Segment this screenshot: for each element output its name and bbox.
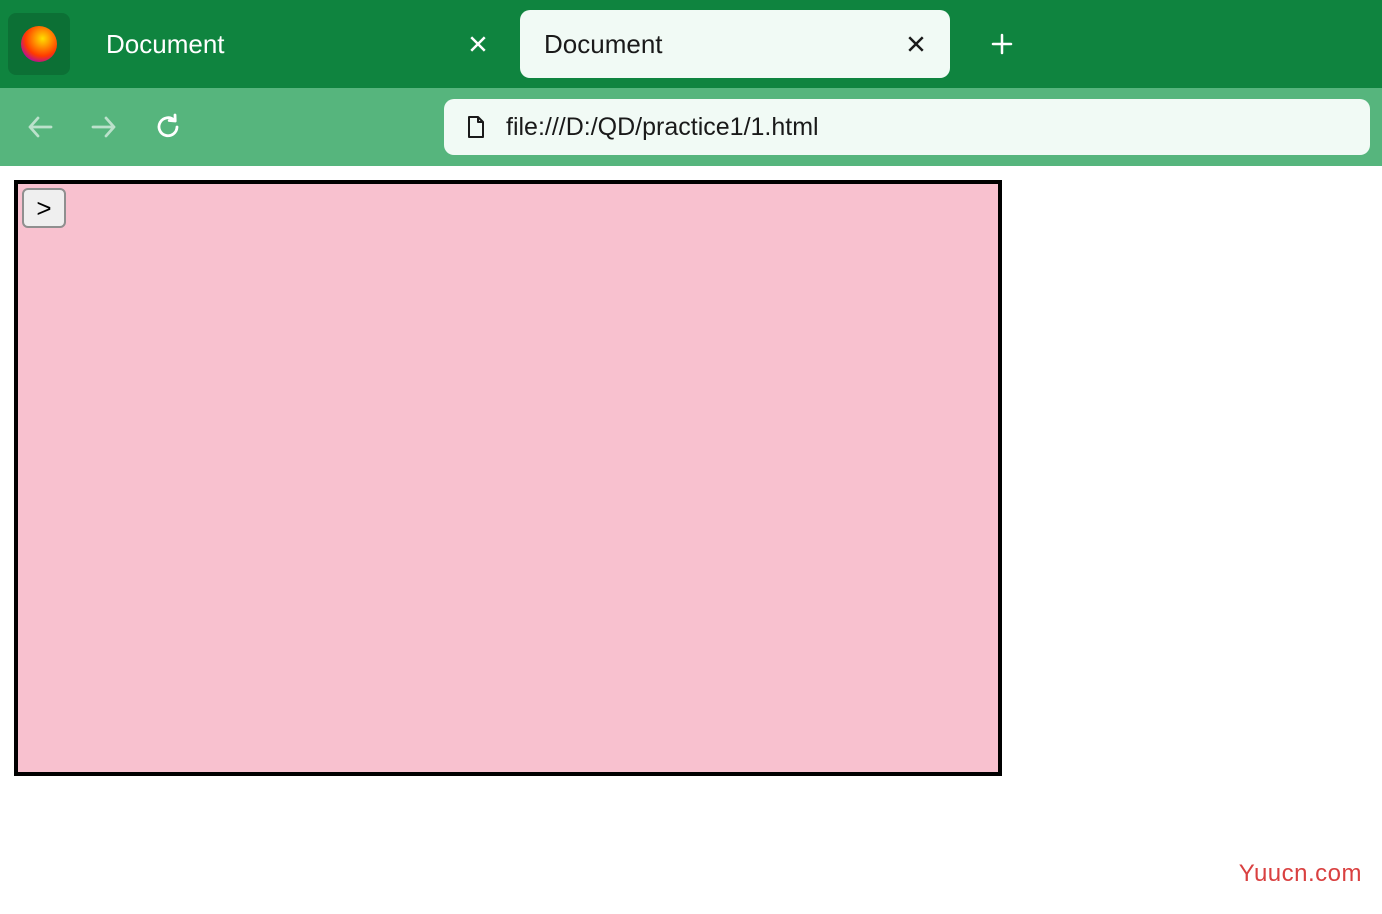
plus-icon: [991, 33, 1013, 55]
pink-container: >: [14, 180, 1002, 776]
firefox-menu-button[interactable]: [8, 13, 70, 75]
tab-inactive[interactable]: Document: [82, 10, 512, 78]
new-tab-button[interactable]: [974, 16, 1030, 72]
greater-than-button[interactable]: >: [22, 188, 66, 228]
reload-button[interactable]: [140, 99, 196, 155]
firefox-icon: [21, 26, 57, 62]
arrow-right-icon: [89, 112, 119, 142]
arrow-left-icon: [25, 112, 55, 142]
close-icon: [469, 35, 487, 53]
tab-close-button[interactable]: [460, 26, 496, 62]
tab-title: Document: [106, 29, 225, 60]
tab-close-button[interactable]: [898, 26, 934, 62]
forward-button[interactable]: [76, 99, 132, 155]
tab-title: Document: [544, 29, 663, 60]
toolbar: file:///D:/QD/practice1/1.html: [0, 88, 1382, 166]
file-icon: [464, 115, 488, 139]
url-text: file:///D:/QD/practice1/1.html: [506, 113, 819, 142]
watermark: Yuucn.com: [1239, 860, 1362, 888]
tab-active[interactable]: Document: [520, 10, 950, 78]
close-icon: [907, 35, 925, 53]
url-bar[interactable]: file:///D:/QD/practice1/1.html: [444, 99, 1370, 155]
reload-icon: [153, 112, 183, 142]
back-button[interactable]: [12, 99, 68, 155]
content-area: >: [0, 166, 1382, 790]
tab-bar: Document Document: [0, 0, 1382, 88]
